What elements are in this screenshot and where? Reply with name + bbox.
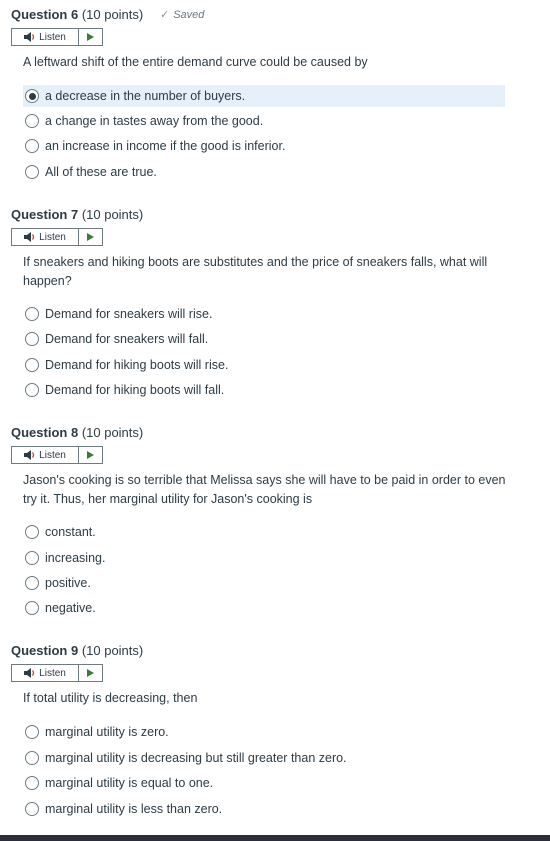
answer-label: positive. [45,576,91,590]
radio-button[interactable] [25,601,39,615]
answer-label: marginal utility is decreasing but still… [45,751,347,765]
answer-option[interactable]: marginal utility is zero. [23,721,505,743]
radio-button[interactable] [25,576,39,590]
bottom-bar [0,835,550,841]
answer-option[interactable]: Demand for sneakers will fall. [23,328,505,350]
answer-label: Demand for hiking boots will rise. [45,358,229,372]
saved-label: Saved [173,9,205,21]
question-title: Question 8 [11,425,79,440]
radio-button[interactable] [25,307,39,321]
listen-label: Listen [39,231,66,243]
answer-option[interactable]: a decrease in the number of buyers. [23,85,505,107]
radio-button[interactable] [25,751,39,765]
answer-label: a change in tastes away from the good. [45,114,264,128]
answer-option[interactable]: increasing. [23,547,505,569]
radio-button[interactable] [25,802,39,816]
answer-option[interactable]: a change in tastes away from the good. [23,110,505,132]
listen-button[interactable]: Listen [12,447,79,463]
play-icon [87,33,94,41]
answer-label: Demand for hiking boots will fall. [45,383,225,397]
answer-option[interactable]: negative. [23,597,505,619]
speaker-icon [24,668,35,678]
question-header: Question 7 (10 points) [11,207,143,223]
radio-button[interactable] [25,776,39,790]
radio-button[interactable] [25,383,39,397]
radio-button[interactable] [25,725,39,739]
question-header: Question 6 (10 points) [11,7,143,23]
question-text: If total utility is decreasing, then [23,691,198,705]
radio-button[interactable] [25,114,39,128]
radio-button[interactable] [25,139,39,153]
play-button[interactable] [79,665,102,681]
speaker-icon [24,450,35,460]
question-title: Question 6 [11,7,79,22]
listen-label: Listen [39,449,66,461]
question-points: (10 points) [81,425,144,440]
play-icon [87,669,94,677]
question-points: (10 points) [81,7,144,22]
listen-label: Listen [39,667,66,679]
answer-option[interactable]: positive. [23,572,505,594]
play-icon [87,233,94,241]
question-title: Question 7 [11,207,79,222]
answer-label: a decrease in the number of buyers. [45,89,246,103]
question-header: Question 8 (10 points) [11,425,143,441]
answer-label: an increase in income if the good is inf… [45,139,286,153]
answer-label: Demand for sneakers will fall. [45,332,209,346]
question-text: If sneakers and hiking boots are substit… [23,255,488,288]
listen-widget: Listen [11,664,103,682]
answer-option[interactable]: Demand for hiking boots will fall. [23,379,505,401]
listen-button[interactable]: Listen [12,29,79,45]
answer-label: negative. [45,601,96,615]
answer-option[interactable]: Demand for sneakers will rise. [23,303,505,325]
listen-button[interactable]: Listen [12,229,79,245]
radio-button[interactable] [25,89,39,103]
answer-option[interactable]: Demand for hiking boots will rise. [23,354,505,376]
speaker-icon [24,232,35,242]
speaker-icon [24,32,35,42]
answer-label: constant. [45,525,96,539]
listen-widget: Listen [11,28,103,46]
listen-widget: Listen [11,228,103,246]
radio-button[interactable] [25,358,39,372]
radio-button[interactable] [25,525,39,539]
radio-button[interactable] [25,551,39,565]
question-text: Jason's cooking is so terrible that Meli… [23,473,506,506]
check-icon: ✓ [160,9,170,21]
question-points: (10 points) [81,643,144,658]
listen-label: Listen [39,31,66,43]
saved-status: ✓ Saved [160,8,204,21]
answer-label: increasing. [45,551,106,565]
answer-label: marginal utility is less than zero. [45,802,223,816]
answer-option[interactable]: All of these are true. [23,161,505,183]
answer-label: Demand for sneakers will rise. [45,307,213,321]
play-button[interactable] [79,229,102,245]
question-text: A leftward shift of the entire demand cu… [23,55,368,69]
answer-option[interactable]: marginal utility is equal to one. [23,772,505,794]
radio-button[interactable] [25,165,39,179]
listen-widget: Listen [11,446,103,464]
play-button[interactable] [79,447,102,463]
question-header: Question 9 (10 points) [11,643,143,659]
radio-button[interactable] [25,332,39,346]
answer-label: marginal utility is equal to one. [45,776,214,790]
answer-option[interactable]: marginal utility is decreasing but still… [23,747,505,769]
play-icon [87,451,94,459]
answer-option[interactable]: constant. [23,521,505,543]
answer-option[interactable]: marginal utility is less than zero. [23,798,505,820]
question-points: (10 points) [81,207,144,222]
listen-button[interactable]: Listen [12,665,79,681]
answer-option[interactable]: an increase in income if the good is inf… [23,135,505,157]
question-title: Question 9 [11,643,79,658]
answer-label: All of these are true. [45,165,157,179]
play-button[interactable] [79,29,102,45]
answer-label: marginal utility is zero. [45,725,169,739]
